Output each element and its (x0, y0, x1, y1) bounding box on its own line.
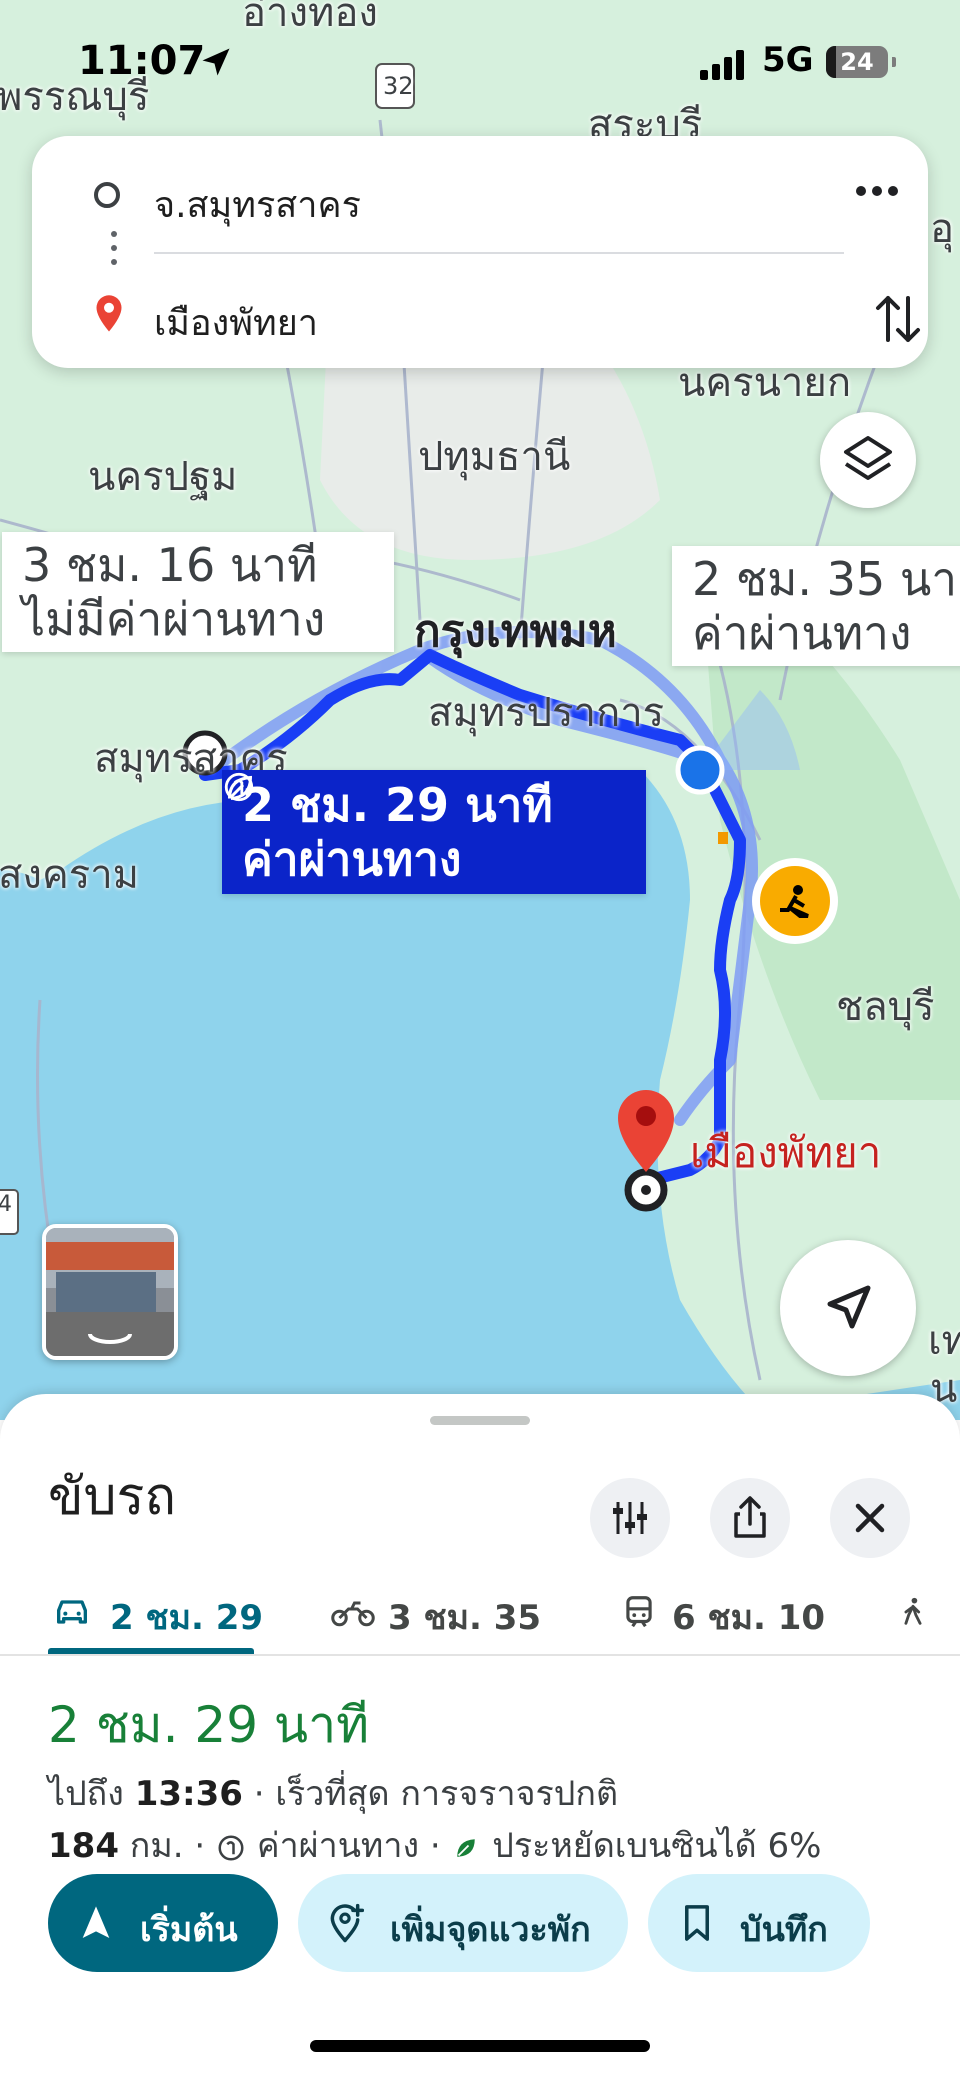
card-divider (154, 252, 844, 254)
add-location-icon (330, 1903, 364, 1943)
arrival-info: ไปถึง 13:36 · เร็วที่สุด การจราจรปกติ (48, 1766, 618, 1820)
car-icon (57, 1600, 88, 1624)
signal-strength-icon (700, 50, 744, 80)
close-button[interactable] (830, 1478, 910, 1558)
share-button[interactable] (710, 1478, 790, 1558)
map-label: สงคราม (0, 852, 140, 898)
map-label: กรุงเทพมห (414, 606, 617, 657)
status-time: 11:07 (78, 38, 206, 84)
alt-route-2-time: 2 ชม. 35 นา (692, 552, 958, 606)
start-label: เริ่มต้น (140, 1910, 238, 1950)
main-route-callout[interactable]: 2 ชม. 29 นาที ค่าผ่านทาง (222, 770, 646, 894)
motorcycle-icon (331, 1601, 375, 1627)
map-label: สมุทรปราการ (428, 690, 665, 736)
add-stop-label: เพิ่มจุดแวะพัก (390, 1910, 591, 1950)
close-icon (855, 1503, 885, 1533)
recenter-location-button[interactable] (780, 1240, 916, 1376)
roadwork-icon[interactable] (760, 866, 830, 936)
toll-icon (218, 1835, 244, 1860)
destination-field[interactable]: เมืองพัทยา (32, 284, 928, 354)
fuel-saving-text: ประหยัดเบนซินได้ 6% (492, 1826, 822, 1866)
active-tab-indicator (48, 1648, 254, 1654)
arrival-time: 13:36 (134, 1774, 243, 1814)
alt-route-callout-2[interactable]: 2 ชม. 35 นา ค่าผ่านทาง (672, 546, 960, 666)
navigation-start-icon (82, 1906, 110, 1938)
train-icon (626, 1596, 652, 1628)
map-label: ปทุมธานี (418, 434, 571, 480)
distance-unit: กม. · (129, 1826, 206, 1866)
alt-route-callout-1[interactable]: 3 ชม. 16 นาที ไม่มีค่าผ่านทาง (2, 532, 394, 652)
toll-icon (224, 772, 254, 802)
tab-drive[interactable]: 2 ชม. 29 (48, 1574, 263, 1654)
toll-text: ค่าผ่านทาง · (256, 1826, 441, 1866)
travel-mode-tabs: 2 ชม. 29 3 ชม. 35 6 ชม. 10 (0, 1574, 960, 1656)
alt-route-1-time: 3 ชม. 16 นาที (22, 538, 318, 592)
tab-transit-label: 6 ชม. 10 (672, 1598, 826, 1638)
swap-vert-icon (876, 296, 920, 342)
origin-field[interactable]: จ.สมุทรสาคร (32, 166, 928, 236)
save-label: บันทึก (740, 1910, 828, 1950)
route-duration: 2 ชม. 29 นาที (48, 1696, 370, 1754)
swap-origin-destination-button[interactable] (868, 284, 928, 354)
destination-pin-small-icon (96, 295, 122, 332)
alt-route-1-toll: ไม่มีค่าผ่านทาง (22, 592, 326, 646)
main-route-toll: ค่าผ่านทาง (242, 832, 462, 886)
arrival-suffix: · เร็วที่สุด การจราจรปกติ (253, 1774, 619, 1814)
route-search-card: จ.สมุทรสาคร เมืองพัทยา (32, 136, 928, 368)
sheet-drag-handle[interactable] (430, 1416, 530, 1425)
share-icon (734, 1496, 766, 1538)
battery-level: 24 (840, 48, 874, 76)
travel-mode-title: ขับรถ (48, 1467, 176, 1527)
walk-icon (904, 1597, 922, 1625)
origin-circle-icon (94, 182, 120, 208)
more-options-button[interactable] (842, 166, 912, 216)
route-shield: 4 (0, 1192, 12, 1217)
tab-walk[interactable] (896, 1574, 960, 1654)
more-horiz-icon (856, 186, 898, 196)
navigation-arrow-icon (827, 1285, 871, 1329)
route-dots-icon (111, 231, 117, 265)
add-stop-button[interactable]: เพิ่มจุดแวะพัก (298, 1874, 628, 1972)
status-bar: 11:07 5G 24 (0, 0, 960, 120)
save-route-button[interactable]: บันทึก (648, 1874, 870, 1972)
tab-transit[interactable]: 6 ชม. 10 (620, 1574, 840, 1654)
route-distance: 184 (48, 1826, 119, 1866)
current-location-dot (675, 745, 725, 795)
destination-label: เมืองพัทยา (690, 1128, 882, 1177)
map-label: อุ (930, 206, 955, 252)
battery-icon: 24 (826, 46, 896, 78)
home-indicator (310, 2040, 650, 2052)
location-services-icon (202, 48, 230, 76)
map-layers-button[interactable] (820, 412, 916, 508)
directions-bottom-sheet: ขับรถ 2 ชม. 29 3 ชม. 35 6 ชม. 10 2 ชม. 2… (0, 1394, 960, 2075)
tab-drive-label: 2 ชม. 29 (110, 1598, 264, 1638)
tab-motorcycle[interactable]: 3 ชม. 35 (330, 1574, 550, 1654)
destination-text: เมืองพัทยา (154, 303, 319, 344)
arrival-prefix: ไปถึง (48, 1774, 124, 1814)
tune-icon (613, 1502, 647, 1534)
main-route-time: 2 ชม. 29 นาที (242, 778, 553, 832)
street-view-thumbnail[interactable] (42, 1224, 178, 1360)
eco-leaf-icon (457, 1838, 476, 1857)
bookmark-icon (685, 1905, 709, 1941)
map-label: ชลบุรี (836, 984, 935, 1030)
start-navigation-button[interactable]: เริ่มต้น (48, 1874, 278, 1972)
alt-route-2-toll: ค่าผ่านทาง (692, 606, 912, 660)
map-label: นครปฐม (88, 454, 238, 500)
network-type: 5G (762, 40, 814, 80)
layers-icon (844, 436, 892, 480)
route-details: 184 กม. · ค่าผ่านทาง · ประหยัดเบนซินได้ … (48, 1818, 822, 1872)
tab-motorcycle-label: 3 ชม. 35 (388, 1598, 542, 1638)
route-options-button[interactable] (590, 1478, 670, 1558)
origin-text: จ.สมุทรสาคร (154, 185, 361, 226)
